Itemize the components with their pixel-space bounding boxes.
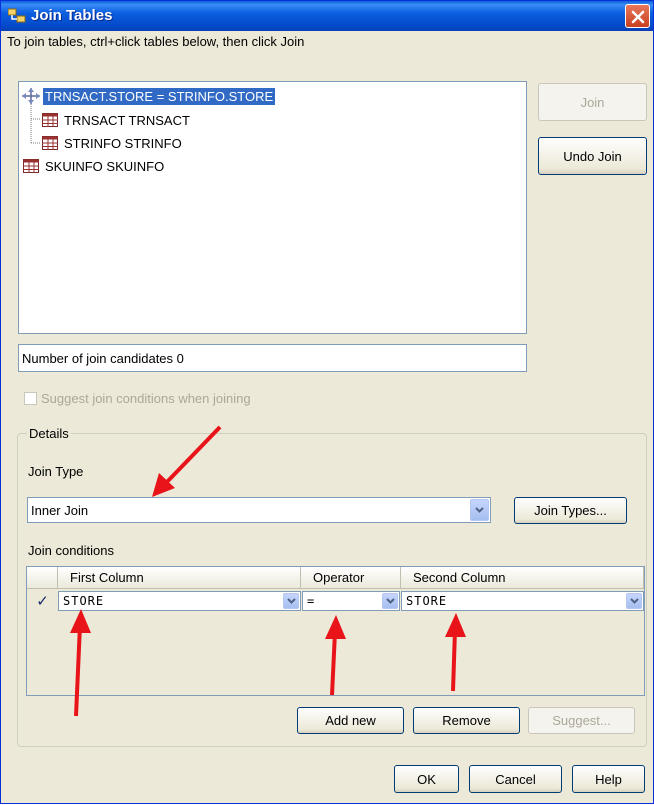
annotation-arrows [70,425,466,717]
annotation-arrow [74,624,82,717]
annotation-arrow [163,425,222,486]
join-tables-dialog: Join Tables To join tables, ctrl+click t… [0,0,654,804]
annotation-arrow [330,631,337,696]
annotation-arrowhead [445,613,466,637]
annotation-arrow [451,629,457,692]
annotation-arrowhead [70,609,91,633]
annotation-arrowhead [325,615,346,639]
